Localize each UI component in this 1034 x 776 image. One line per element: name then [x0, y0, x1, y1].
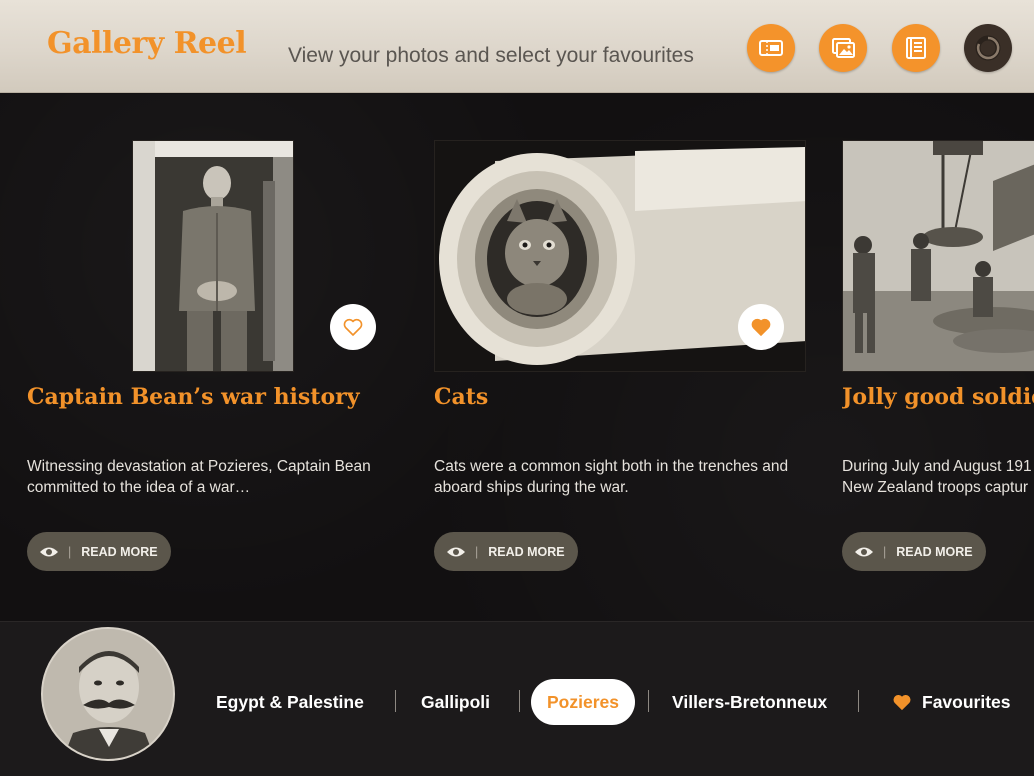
- separator: |: [68, 544, 72, 559]
- header-subtitle: View your photos and select your favouri…: [288, 44, 694, 67]
- header-bar: Gallery Reel View your photos and select…: [0, 0, 1034, 93]
- eye-icon: [40, 547, 58, 556]
- nav-gallipoli[interactable]: Gallipoli: [421, 679, 490, 725]
- read-more-label: READ MORE: [488, 544, 565, 559]
- card-photo-soldiers[interactable]: [842, 140, 1034, 372]
- photos-button[interactable]: [819, 24, 867, 72]
- nav-villers-bretonneux[interactable]: Villers-Bretonneux: [672, 679, 827, 725]
- bottom-navigation: Egypt & Palestine Gallipoli Pozieres Vil…: [0, 621, 1034, 776]
- app-title: Gallery Reel: [47, 26, 247, 61]
- reload-button[interactable]: [964, 24, 1012, 72]
- read-more-label: READ MORE: [81, 544, 158, 559]
- card-title[interactable]: Jolly good soldie: [842, 384, 1034, 410]
- nav-divider: [519, 690, 520, 712]
- nav-divider: [395, 690, 396, 712]
- nav-pozieres[interactable]: Pozieres: [531, 679, 635, 725]
- heart-outline-icon: [343, 318, 363, 336]
- card-description: During July and August 191 New Zealand t…: [842, 458, 1032, 496]
- nav-divider: [858, 690, 859, 712]
- read-more-label: READ MORE: [896, 544, 973, 559]
- list-icon: [906, 37, 926, 59]
- ticket-button[interactable]: [747, 24, 795, 72]
- card-description: Cats were a common sight both in the tre…: [434, 458, 789, 496]
- eye-icon: [855, 547, 873, 556]
- separator: |: [475, 544, 479, 559]
- eye-icon: [447, 547, 465, 556]
- card-photo-captain-bean[interactable]: [132, 140, 294, 372]
- gallery-card: Captain Bean’s war history Witnessing de…: [27, 94, 407, 621]
- read-more-button[interactable]: | READ MORE: [27, 532, 171, 571]
- list-button[interactable]: [892, 24, 940, 72]
- card-title[interactable]: Captain Bean’s war history: [27, 384, 360, 410]
- ticket-icon: [759, 40, 783, 56]
- soldier-photo: [133, 141, 293, 371]
- nav-divider: [648, 690, 649, 712]
- soldiers-loading-shells-photo: [843, 141, 1034, 371]
- reload-icon: [975, 35, 1001, 61]
- heart-filled-icon: [751, 318, 771, 336]
- photos-icon: [832, 38, 855, 58]
- nav-favourites-label: Favourites: [922, 691, 1011, 712]
- favourite-toggle[interactable]: [738, 304, 784, 350]
- gallery-card: Cats Cats were a common sight both in th…: [434, 94, 814, 621]
- separator: |: [883, 544, 887, 559]
- read-more-button[interactable]: | READ MORE: [434, 532, 578, 571]
- read-more-button[interactable]: | READ MORE: [842, 532, 986, 571]
- gallery-carousel[interactable]: Captain Bean’s war history Witnessing de…: [0, 94, 1034, 621]
- gallery-card: Jolly good soldie During July and August…: [842, 94, 1034, 621]
- favourite-toggle[interactable]: [330, 304, 376, 350]
- mustached-man-portrait: [43, 629, 173, 759]
- nav-favourites[interactable]: Favourites: [892, 679, 1011, 725]
- card-title[interactable]: Cats: [434, 384, 488, 410]
- avatar[interactable]: [41, 627, 175, 761]
- nav-egypt-palestine[interactable]: Egypt & Palestine: [216, 679, 364, 725]
- card-description: Witnessing devastation at Pozieres, Capt…: [27, 458, 371, 496]
- heart-filled-icon: [893, 694, 911, 711]
